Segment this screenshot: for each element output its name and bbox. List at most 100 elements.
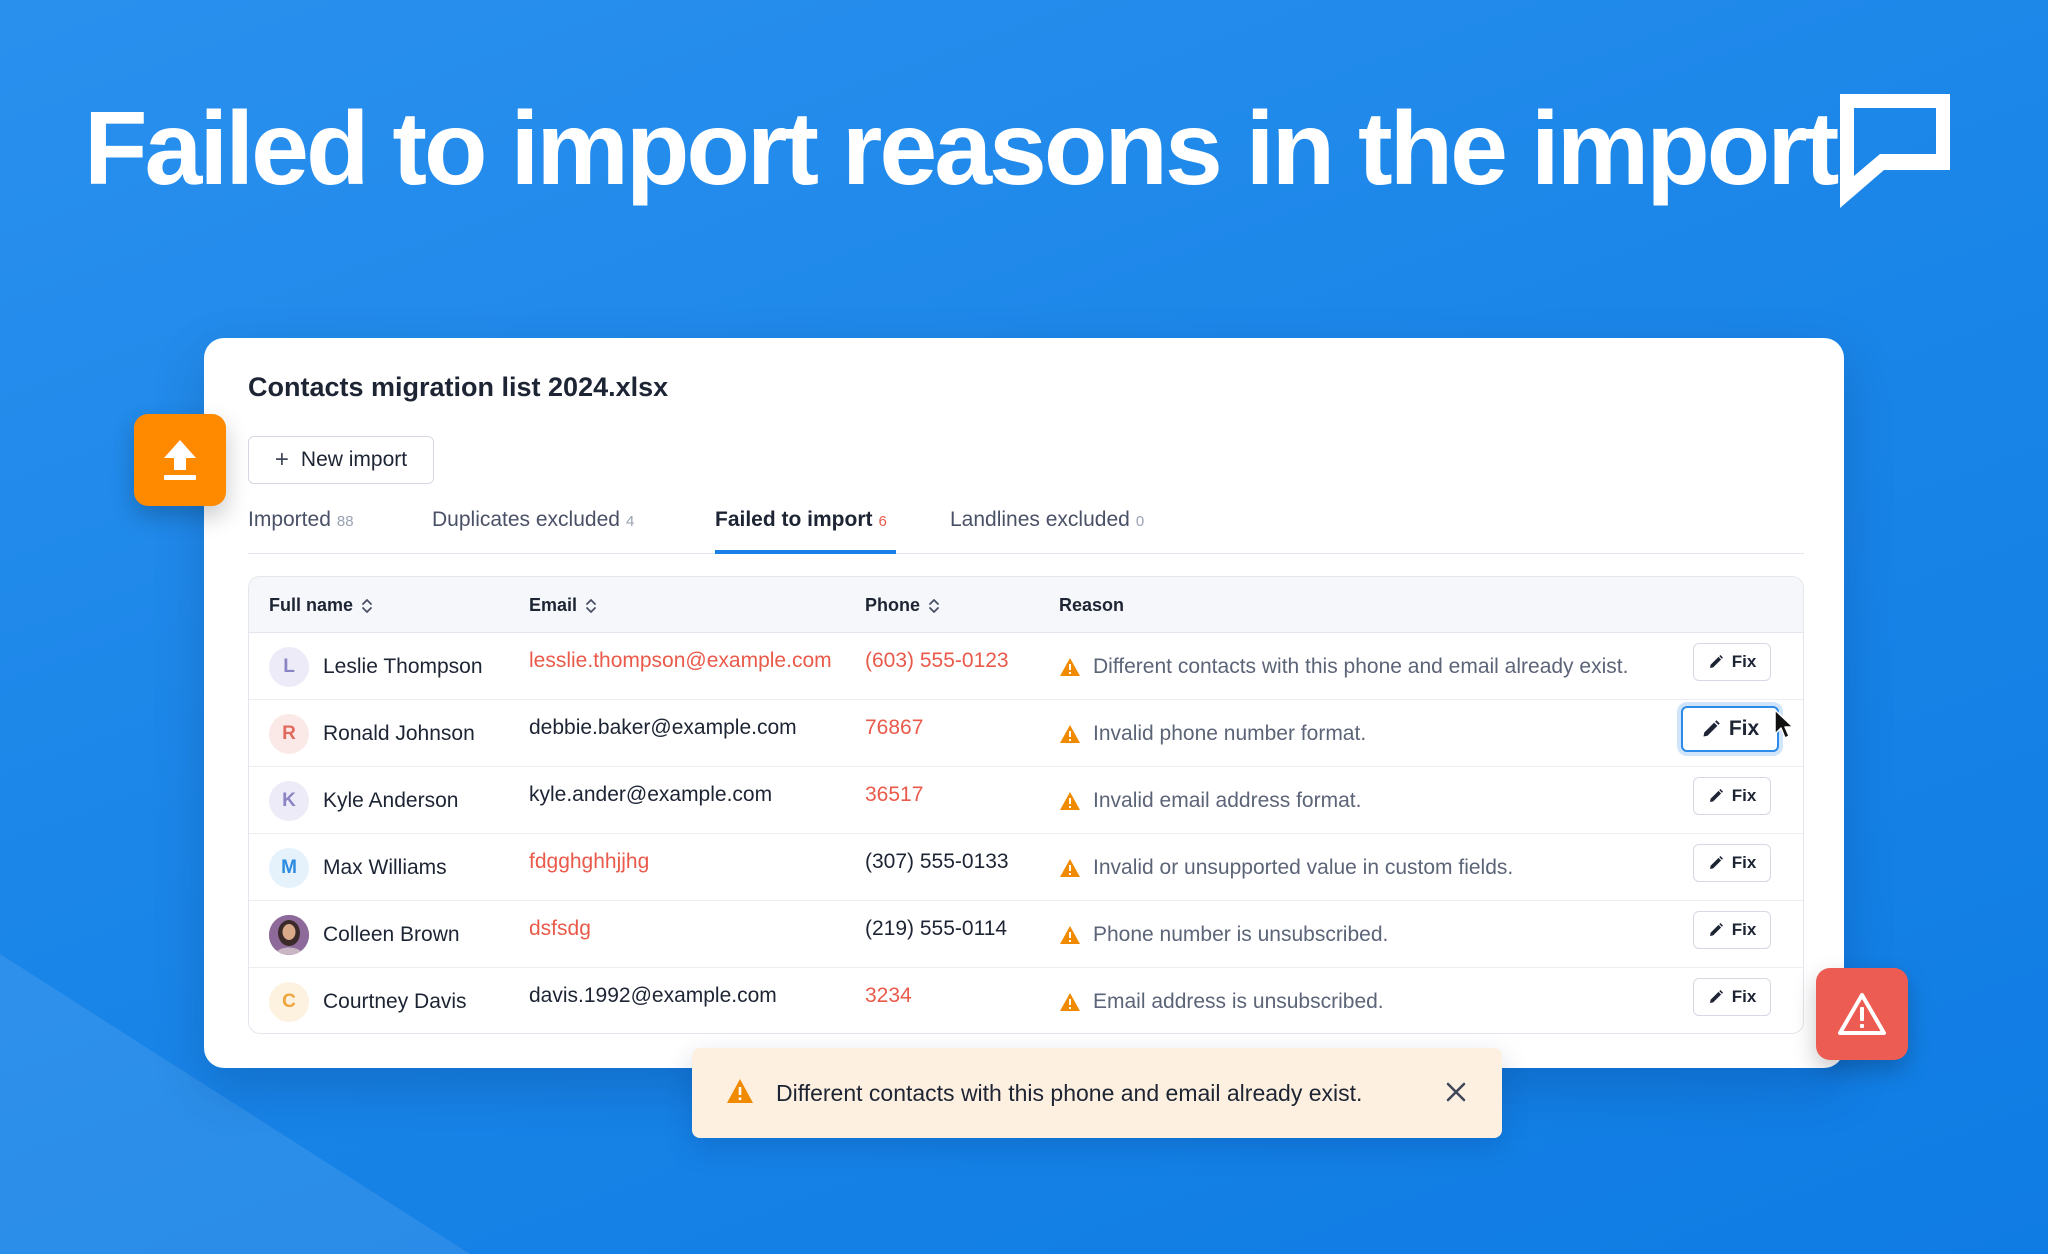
failure-reason: Invalid phone number format. [1059, 722, 1366, 746]
new-import-button[interactable]: + New import [248, 436, 434, 484]
pencil-icon [1709, 856, 1723, 869]
fix-label: Fix [1731, 920, 1757, 939]
avatar: K [269, 781, 309, 821]
column-header-reason: Reason [1059, 595, 1124, 616]
column-header-phone[interactable]: Phone [865, 595, 940, 616]
contact-email: lesslie.thompson@example.com [529, 649, 832, 672]
tab-count: 88 [336, 513, 354, 530]
error-toast: Different contacts with this phone and e… [692, 1048, 1502, 1138]
avatar: M [269, 848, 309, 888]
file-title: Contacts migration list 2024.xlsx [248, 372, 669, 402]
warning-triangle-icon [1060, 859, 1080, 877]
tab-label: Duplicates excluded [432, 508, 620, 531]
fix-button[interactable]: Fix [1693, 844, 1771, 882]
fix-label: Fix [1731, 853, 1757, 872]
reason-text: Different contacts with this phone and e… [1093, 655, 1629, 678]
contact-phone: 76867 [865, 716, 924, 739]
avatar: C [269, 982, 309, 1022]
fix-label: Fix [1728, 717, 1760, 740]
fix-label: Fix [1731, 652, 1757, 671]
upload-arrow-icon [164, 440, 196, 480]
warning-triangle-icon [1060, 792, 1080, 810]
pencil-icon [1709, 923, 1723, 936]
column-header-full-name[interactable]: Full name [269, 595, 373, 616]
fix-button[interactable]: Fix [1693, 643, 1771, 681]
tab-failed-to-import[interactable]: Failed to import 6 [715, 504, 896, 554]
column-label: Full name [269, 595, 354, 615]
failure-reason: Different contacts with this phone and e… [1059, 655, 1628, 679]
contact-phone: (219) 555-0114 [865, 917, 1008, 940]
table-row: M Max Williams fdgghghhjjhg (307) 555-01… [249, 834, 1803, 901]
tab-label: Failed to import [715, 508, 873, 531]
tab-imported[interactable]: Imported 88 [248, 504, 354, 554]
fix-label: Fix [1731, 987, 1757, 1006]
contact-name: Kyle Anderson [323, 789, 459, 812]
column-header-email[interactable]: Email [529, 595, 597, 616]
plus-icon: + [274, 446, 289, 473]
contact-email: dsfsdg [529, 917, 591, 940]
warning-triangle-icon [1060, 993, 1080, 1011]
fix-button[interactable]: Fix [1693, 911, 1771, 949]
column-label: Reason [1059, 595, 1125, 615]
table-row: C Courtney Davis davis.1992@example.com … [249, 968, 1803, 1033]
sort-chevrons-icon [929, 598, 939, 613]
warning-triangle-icon [1060, 926, 1080, 944]
column-label: Phone [865, 595, 921, 615]
warning-triangle-icon [1838, 993, 1886, 1035]
contact-name: Courtney Davis [323, 990, 467, 1013]
warning-triangle-icon [1060, 725, 1080, 743]
tab-count: 0 [1135, 513, 1145, 530]
import-results-card: Contacts migration list 2024.xlsx + New … [204, 338, 1844, 1068]
tab-label: Landlines excluded [950, 508, 1130, 531]
warning-triangle-icon [727, 1079, 753, 1103]
tab-label: Imported [248, 508, 331, 531]
contact-phone: 3234 [865, 984, 912, 1007]
table-header: Full name Email Phone Reason [249, 577, 1803, 633]
sort-chevrons-icon [362, 598, 372, 613]
avatar: R [269, 714, 309, 754]
table-row: L Leslie Thompson lesslie.thompson@examp… [249, 633, 1803, 700]
contact-email: davis.1992@example.com [529, 984, 777, 1007]
fix-button-focused[interactable]: Fix [1681, 706, 1779, 752]
avatar: L [269, 647, 309, 687]
failed-contacts-table: Full name Email Phone Reason L Leslie Th… [248, 576, 1804, 1034]
fix-button[interactable]: Fix [1693, 777, 1771, 815]
pencil-icon [1709, 990, 1723, 1003]
person-photo-icon [269, 915, 309, 955]
pencil-icon [1709, 655, 1723, 668]
failure-reason: Invalid email address format. [1059, 789, 1361, 813]
tab-count: 6 [878, 513, 887, 530]
column-label: Email [529, 595, 578, 615]
failure-reason: Invalid or unsupported value in custom f… [1059, 856, 1513, 880]
result-tabs: Imported 88 Duplicates excluded 4 Failed t… [248, 504, 1804, 554]
failure-reason: Email address is unsubscribed. [1059, 990, 1384, 1014]
contact-name: Max Williams [323, 856, 447, 879]
contact-email: debbie.baker@example.com [529, 716, 797, 739]
table-row: K Kyle Anderson kyle.ander@example.com 3… [249, 767, 1803, 834]
warning-triangle-icon [1060, 658, 1080, 676]
page-headline: Failed to import reasons in the import [84, 91, 1839, 207]
table-row: R Ronald Johnson debbie.baker@example.co… [249, 700, 1803, 767]
tab-landlines-excluded[interactable]: Landlines excluded 0 [950, 504, 1144, 554]
contact-phone: (603) 555-0123 [865, 649, 1009, 672]
contact-name: Ronald Johnson [323, 722, 475, 745]
tab-duplicates-excluded[interactable]: Duplicates excluded 4 [432, 504, 634, 554]
close-icon[interactable] [1444, 1080, 1468, 1104]
reason-text: Email address is unsubscribed. [1093, 990, 1384, 1013]
tab-count: 4 [625, 513, 635, 530]
pencil-icon [1709, 789, 1723, 802]
contact-name: Colleen Brown [323, 923, 460, 946]
new-import-label: New import [300, 448, 408, 471]
fix-button[interactable]: Fix [1693, 978, 1771, 1016]
reason-text: Invalid phone number format. [1093, 722, 1367, 745]
sort-chevrons-icon [586, 598, 596, 613]
contact-email: fdgghghhjjhg [529, 850, 650, 873]
reason-text: Phone number is unsubscribed. [1093, 923, 1389, 946]
alert-badge [1816, 968, 1908, 1060]
pencil-icon [1703, 720, 1720, 737]
upload-badge [134, 414, 226, 506]
reason-text: Invalid email address format. [1093, 789, 1362, 812]
failure-reason: Phone number is unsubscribed. [1059, 923, 1388, 947]
contact-name: Leslie Thompson [323, 655, 483, 678]
reason-text: Invalid or unsupported value in custom f… [1093, 856, 1514, 879]
